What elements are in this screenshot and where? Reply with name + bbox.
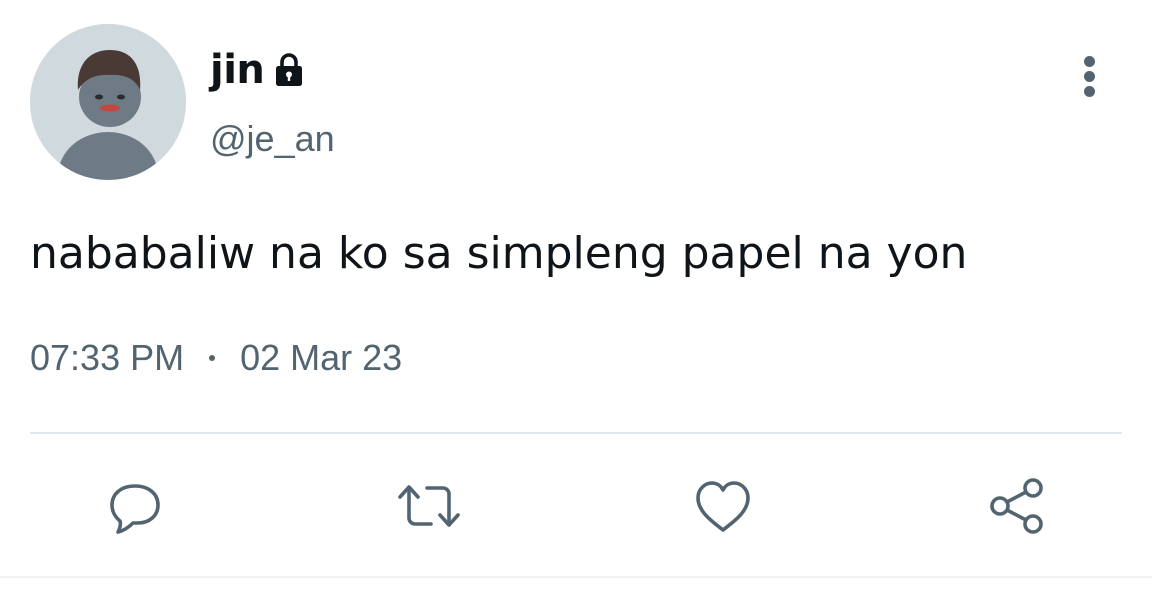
more-options-button[interactable] [1068, 50, 1112, 102]
bottom-divider [0, 576, 1152, 578]
share-icon [990, 478, 1043, 534]
more-vertical-icon-dot [1084, 71, 1095, 82]
reply-icon [110, 484, 160, 534]
heart-icon [696, 481, 750, 532]
avatar-image [30, 24, 186, 180]
reply-button[interactable] [103, 474, 167, 538]
display-name[interactable]: jin [210, 42, 265, 98]
avatar[interactable] [30, 24, 186, 180]
author-name-row: jin [210, 42, 308, 98]
divider [30, 432, 1122, 434]
tweet-text: nababaliw na ko sa simpleng papel na yon [30, 228, 968, 279]
like-button[interactable] [691, 474, 755, 538]
lock-icon [270, 51, 308, 89]
more-vertical-icon-dot [1084, 86, 1095, 97]
meta-separator [209, 355, 216, 361]
share-button[interactable] [985, 474, 1049, 538]
more-vertical-icon [1084, 56, 1095, 67]
tweet-date[interactable]: 02 Mar 23 [240, 337, 402, 379]
action-bar [0, 470, 1152, 540]
handle[interactable]: @je_an [210, 116, 335, 162]
retweet-button[interactable] [397, 474, 461, 538]
tweet-meta: 07:33 PM 02 Mar 23 [30, 334, 402, 382]
retweet-icon [398, 485, 460, 527]
tweet-card: jin @je_an nababaliw na ko sa simpleng p… [0, 0, 1152, 597]
tweet-time[interactable]: 07:33 PM [30, 337, 184, 379]
